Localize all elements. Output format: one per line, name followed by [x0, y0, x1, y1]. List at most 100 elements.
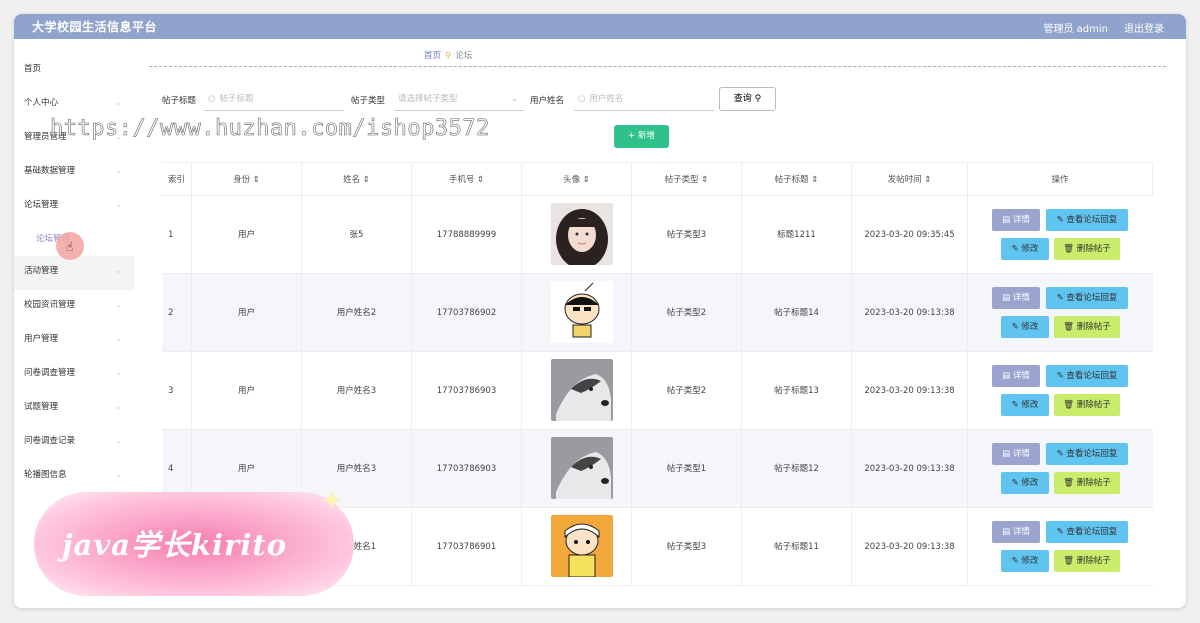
column-header[interactable]: 身份 ⇕ [192, 163, 302, 197]
sidebar-item[interactable]: 用户管理 ⌄ [14, 324, 134, 358]
type-filter-placeholder: 请选择帖子类型 [398, 94, 458, 104]
detail-button[interactable]: ▤ 详情 [992, 287, 1040, 309]
promo-text: java学长kirito [62, 528, 288, 562]
column-header[interactable]: 帖子标题 ⇕ [742, 163, 852, 197]
title-filter-input[interactable]: ○ 帖子标题 [204, 87, 344, 111]
type-filter-select[interactable]: 请选择帖子类型 ⌄ [394, 87, 524, 111]
delete-button[interactable]: 🗑 删除帖子 [1054, 238, 1120, 260]
cell-time: 2023-03-20 09:35:45 [852, 196, 968, 274]
view-replies-button-label: 查看论坛回复 [1066, 215, 1118, 225]
sidebar-item[interactable]: 问卷调查管理 ⌄ [14, 358, 134, 392]
user-filter-placeholder: 用户姓名 [589, 94, 624, 104]
edit-button[interactable]: ✎ 修改 [1001, 550, 1049, 572]
view-replies-button[interactable]: ✎ 查看论坛回复 [1046, 521, 1128, 543]
detail-button[interactable]: ▤ 详情 [992, 365, 1040, 387]
sidebar-item-label: 轮播图信息 [24, 470, 67, 480]
sidebar-item[interactable]: 论坛管理 ⌄ [14, 190, 134, 224]
query-button[interactable]: 查询 ⚲ [719, 87, 776, 111]
sidebar-item[interactable]: 首页 [14, 54, 134, 88]
delete-button-label: 删除帖子 [1076, 322, 1111, 332]
delete-button[interactable]: 🗑 删除帖子 [1054, 394, 1120, 416]
delete-button[interactable]: 🗑 删除帖子 [1054, 472, 1120, 494]
column-header[interactable]: 手机号 ⇕ [412, 163, 522, 197]
detail-button-label: 详情 [1012, 449, 1030, 459]
row-actions: ▤ 详情 ✎ 查看论坛回复 ✎ 修改 🗑 删除帖子 [968, 274, 1153, 352]
avatar [551, 515, 613, 577]
sidebar-item-label: 问卷调查记录 [24, 436, 76, 446]
delete-button[interactable]: 🗑 删除帖子 [1054, 550, 1120, 572]
detail-button-label: 详情 [1012, 215, 1030, 225]
chevron-down-icon: ⌄ [115, 436, 122, 445]
edit-button[interactable]: ✎ 修改 [1001, 316, 1049, 338]
column-header[interactable]: 操作 [968, 163, 1153, 197]
divider [149, 66, 1166, 67]
document-icon: ▤ [1002, 449, 1013, 459]
detail-button[interactable]: ▤ 详情 [992, 521, 1040, 543]
trash-icon: 🗑 [1063, 478, 1077, 488]
chevron-down-icon: ⌄ [115, 368, 122, 377]
trash-icon: 🗑 [1063, 244, 1077, 254]
cell-time: 2023-03-20 09:13:38 [852, 274, 968, 352]
column-header[interactable]: 发帖时间 ⇕ [852, 163, 968, 197]
column-header[interactable]: 索引 [162, 163, 192, 197]
top-bar: 大学校园生活信息平台 管理员 admin 退出登录 [14, 14, 1186, 39]
delete-button[interactable]: 🗑 删除帖子 [1054, 316, 1120, 338]
document-icon: ▤ [1002, 293, 1013, 303]
app-title: 大学校园生活信息平台 [32, 20, 158, 34]
detail-button-label: 详情 [1012, 527, 1030, 537]
trash-icon: 🗑 [1063, 400, 1077, 410]
add-button[interactable]: + 新增 [614, 125, 669, 148]
cell-title: 帖子标题11 [742, 508, 852, 586]
sidebar-item[interactable]: 试题管理 ⌄ [14, 392, 134, 426]
view-replies-button[interactable]: ✎ 查看论坛回复 [1046, 209, 1128, 231]
user-filter-input[interactable]: ○ 用户姓名 [574, 87, 714, 111]
edit-button-label: 修改 [1021, 400, 1039, 410]
delete-button-label: 删除帖子 [1076, 478, 1111, 488]
cell-role: 用户 [192, 352, 302, 430]
sidebar-item[interactable]: 活动管理 ⌄ [14, 256, 134, 290]
column-header[interactable]: 帖子类型 ⇕ [632, 163, 742, 197]
pencil-icon: ✎ [1056, 215, 1067, 225]
sidebar-item[interactable]: 校园资讯管理 ⌄ [14, 290, 134, 324]
detail-button-label: 详情 [1012, 371, 1030, 381]
cell-time: 2023-03-20 09:13:38 [852, 352, 968, 430]
sidebar-item-label: 活动管理 [24, 266, 59, 276]
detail-button[interactable]: ▤ 详情 [992, 443, 1040, 465]
view-replies-button[interactable]: ✎ 查看论坛回复 [1046, 287, 1128, 309]
edit-button[interactable]: ✎ 修改 [1001, 394, 1049, 416]
sidebar-item[interactable]: 问卷调查记录 ⌄ [14, 426, 134, 460]
pencil-icon: ✎ [1011, 556, 1022, 566]
breadcrumb-home[interactable]: 首页 [424, 51, 441, 61]
view-replies-button[interactable]: ✎ 查看论坛回复 [1046, 443, 1128, 465]
cell-time: 2023-03-20 09:13:38 [852, 430, 968, 508]
cell-name: 张5 [302, 196, 412, 274]
chevron-down-icon: ⌄ [510, 94, 518, 104]
trash-icon: 🗑 [1063, 322, 1077, 332]
chevron-down-icon: ⌄ [115, 300, 122, 309]
sidebar-item[interactable]: 轮播图信息 ⌄ [14, 460, 134, 494]
avatar [551, 203, 613, 265]
user-filter-label: 用户姓名 [530, 96, 565, 106]
detail-button-label: 详情 [1012, 293, 1030, 303]
cell-name: 用户姓名3 [302, 352, 412, 430]
breadcrumb-sep-icon: ⚲ [445, 51, 452, 61]
edit-button-label: 修改 [1021, 244, 1039, 254]
cell-type: 帖子类型3 [632, 508, 742, 586]
cell-index: 2 [162, 274, 192, 352]
search-icon: ○ [578, 94, 586, 104]
column-header[interactable]: 头像 ⇕ [522, 163, 632, 197]
cell-phone: 17703786901 [412, 508, 522, 586]
document-icon: ▤ [1002, 371, 1013, 381]
edit-button[interactable]: ✎ 修改 [1001, 238, 1049, 260]
chevron-down-icon: ⌄ [115, 402, 122, 411]
logout-link[interactable]: 退出登录 [1124, 20, 1164, 35]
column-header[interactable]: 姓名 ⇕ [302, 163, 412, 197]
avatar [551, 281, 613, 343]
view-replies-button[interactable]: ✎ 查看论坛回复 [1046, 365, 1128, 387]
edit-button-label: 修改 [1021, 478, 1039, 488]
cell-type: 帖子类型1 [632, 430, 742, 508]
edit-button[interactable]: ✎ 修改 [1001, 472, 1049, 494]
sidebar-item[interactable]: 基础数据管理 ⌄ [14, 156, 134, 190]
cell-type: 帖子类型3 [632, 196, 742, 274]
detail-button[interactable]: ▤ 详情 [992, 209, 1040, 231]
